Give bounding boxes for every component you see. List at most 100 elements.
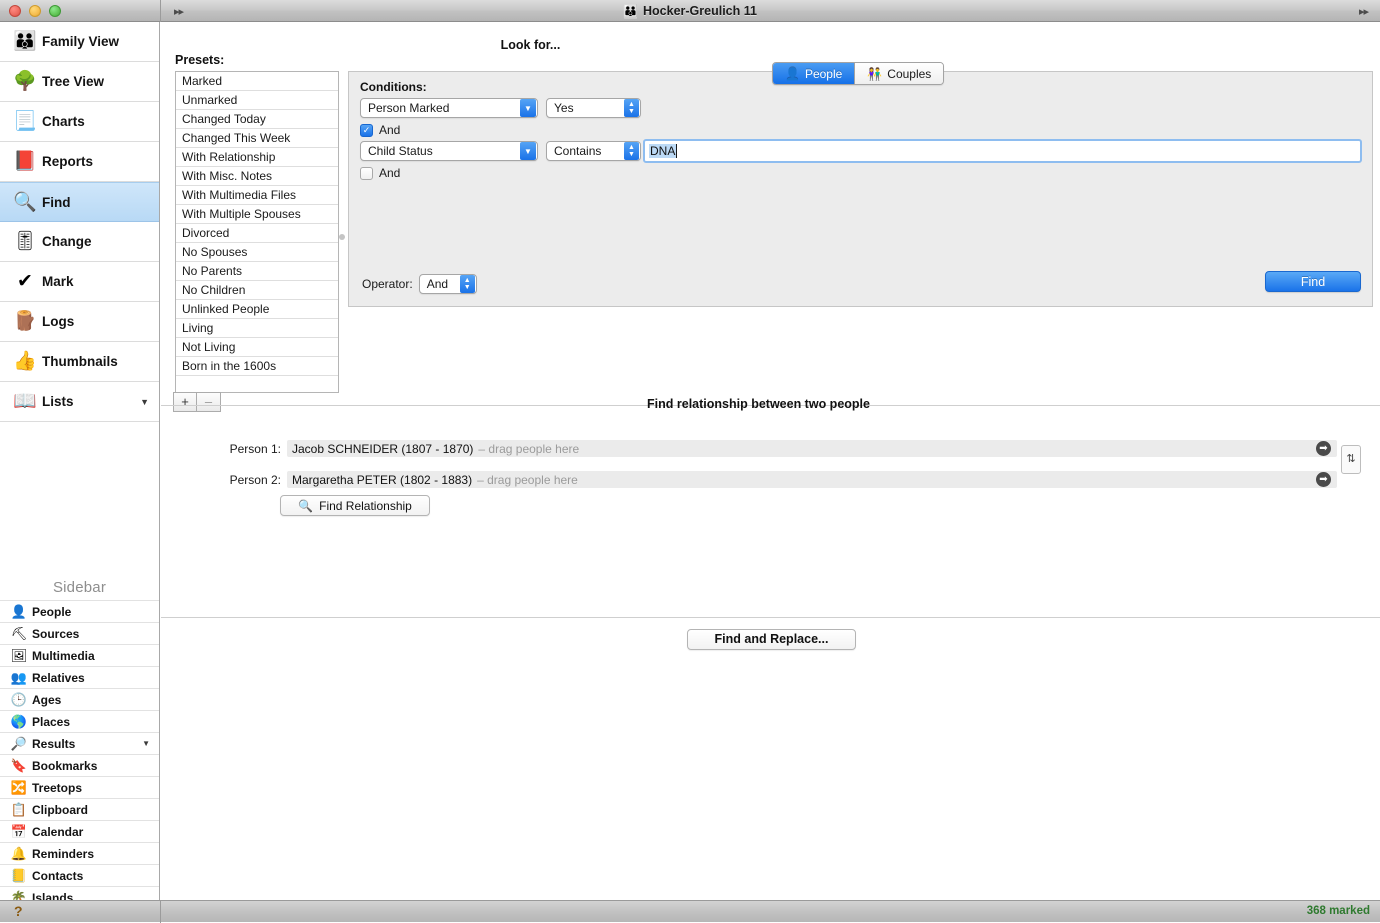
nav-item-change[interactable]: 🎚Change xyxy=(0,222,159,262)
find-relationship-button[interactable]: 🔍 Find Relationship xyxy=(280,495,430,516)
segment-people-label: People xyxy=(805,67,842,81)
sidebar-item-label: Ages xyxy=(32,693,61,707)
preset-item[interactable]: No Children xyxy=(176,281,338,300)
nav-item-lists[interactable]: 📖Lists▼ xyxy=(0,382,159,422)
look-for-segmented-control[interactable]: 👤 People 👫 Couples xyxy=(772,62,944,85)
sidebar-spacer xyxy=(0,422,159,577)
sidebar-item-label: Calendar xyxy=(32,825,83,839)
preset-item[interactable]: Living xyxy=(176,319,338,338)
condition-2-and-row[interactable]: And xyxy=(360,166,400,180)
condition-2-value-input[interactable]: DNA xyxy=(643,139,1362,163)
nav-item-family-view[interactable]: 👪Family View xyxy=(0,22,159,62)
person-1-label: Person 1: xyxy=(223,442,281,456)
operator-row: Operator: And ▲▼ xyxy=(362,274,477,294)
segment-couples[interactable]: 👫 Couples xyxy=(854,63,943,84)
reports-icon: 📕 xyxy=(8,152,42,171)
find-icon: 🔍 xyxy=(8,193,42,212)
and-checkbox-1[interactable]: ✓ xyxy=(360,124,373,137)
sidebar-item-multimedia[interactable]: 🖼Multimedia xyxy=(0,644,159,666)
preset-item[interactable]: With Multimedia Files xyxy=(176,186,338,205)
condition-row-1: Person Marked ▼ Yes ▲▼ xyxy=(360,98,641,118)
find-and-replace-button[interactable]: Find and Replace... xyxy=(687,629,856,650)
preset-item[interactable]: Divorced xyxy=(176,224,338,243)
person-2-field[interactable]: Margaretha PETER (1802 - 1883) – drag pe… xyxy=(287,471,1337,488)
operator-select[interactable]: And ▲▼ xyxy=(419,274,477,294)
sidebar-item-sources[interactable]: ⛏Sources xyxy=(0,622,159,644)
preset-item[interactable]: Unlinked People xyxy=(176,300,338,319)
nav-item-reports[interactable]: 📕Reports xyxy=(0,142,159,182)
sidebar-item-treetops[interactable]: 🔀Treetops xyxy=(0,776,159,798)
conditions-panel: Conditions: Person Marked ▼ Yes ▲▼ ✓ And… xyxy=(348,71,1373,307)
sidebar-item-ages[interactable]: 🕒Ages xyxy=(0,688,159,710)
preset-item[interactable]: With Misc. Notes xyxy=(176,167,338,186)
sidebar-item-people[interactable]: 👤People xyxy=(0,600,159,622)
charts-icon: 📃 xyxy=(8,112,42,131)
sidebar-list: 👤People⛏Sources🖼Multimedia👥Relatives🕒Age… xyxy=(0,600,159,908)
condition-1-and-row[interactable]: ✓ And xyxy=(360,123,400,137)
person-1-go-icon[interactable]: ➡ xyxy=(1316,441,1331,456)
sidebar-item-clipboard[interactable]: 📋Clipboard xyxy=(0,798,159,820)
condition-2-field-value: Child Status xyxy=(361,144,440,158)
chevron-down-icon[interactable]: ▼ xyxy=(140,397,149,407)
operator-value: And xyxy=(420,277,455,291)
preset-item[interactable]: Changed Today xyxy=(176,110,338,129)
window-titlebar: ▸▸ 👪 Hocker-Greulich 11 ▸▸ xyxy=(0,0,1380,22)
find-relationship-label: Find Relationship xyxy=(319,499,412,513)
preset-item[interactable]: With Multiple Spouses xyxy=(176,205,338,224)
sidebar-item-label: Bookmarks xyxy=(32,759,97,773)
nav-item-thumbnails[interactable]: 👍Thumbnails xyxy=(0,342,159,382)
preset-item[interactable]: No Parents xyxy=(176,262,338,281)
and-checkbox-2[interactable] xyxy=(360,167,373,180)
preset-item[interactable]: Marked xyxy=(176,72,338,91)
nav-item-mark[interactable]: ✔Mark xyxy=(0,262,159,302)
presets-resize-handle[interactable] xyxy=(339,234,345,240)
condition-1-field-value: Person Marked xyxy=(361,101,456,115)
operator-label: Operator: xyxy=(362,277,413,291)
nav-item-logs[interactable]: 🪵Logs xyxy=(0,302,159,342)
reminders-icon: 🔔 xyxy=(6,846,32,862)
preset-item[interactable]: Changed This Week xyxy=(176,129,338,148)
panel-expand-icon[interactable]: ▸▸ xyxy=(1359,0,1368,22)
person-2-go-icon[interactable]: ➡ xyxy=(1316,472,1331,487)
and-label-1: And xyxy=(379,123,400,137)
sidebar-item-calendar[interactable]: 📅Calendar xyxy=(0,820,159,842)
find-button[interactable]: Find xyxy=(1265,271,1361,292)
preset-item[interactable]: Unmarked xyxy=(176,91,338,110)
preset-item[interactable]: Not Living xyxy=(176,338,338,357)
sidebar-item-bookmarks[interactable]: 🔖Bookmarks xyxy=(0,754,159,776)
person-1-field[interactable]: Jacob SCHNEIDER (1807 - 1870) – drag peo… xyxy=(287,440,1337,457)
segment-people[interactable]: 👤 People xyxy=(773,63,854,84)
chevron-down-icon[interactable]: ▼ xyxy=(142,739,150,748)
sidebar-item-label: Reminders xyxy=(32,847,94,861)
person-icon: 👤 xyxy=(785,67,800,81)
nav-item-tree-view[interactable]: 🌳Tree View xyxy=(0,62,159,102)
nav-item-label: Logs xyxy=(42,314,74,329)
sidebar-item-places[interactable]: 🌎Places xyxy=(0,710,159,732)
condition-1-field-select[interactable]: Person Marked ▼ xyxy=(360,98,538,118)
nav-item-find[interactable]: 🔍Find xyxy=(0,182,159,222)
window-title-text: Hocker-Greulich 11 xyxy=(643,4,757,18)
look-for-label: Look for... xyxy=(161,38,1380,52)
condition-2-operator-select[interactable]: Contains ▲▼ xyxy=(546,141,641,161)
nav-item-label: Charts xyxy=(42,114,85,129)
person-1-name: Jacob SCHNEIDER (1807 - 1870) xyxy=(292,442,473,456)
condition-2-operator-value: Contains xyxy=(547,144,608,158)
status-badge: 368 marked xyxy=(1307,905,1370,917)
swap-people-button[interactable]: ⇅ xyxy=(1341,445,1361,474)
condition-1-operator-select[interactable]: Yes ▲▼ xyxy=(546,98,641,118)
person-2-label: Person 2: xyxy=(223,473,281,487)
preset-item[interactable]: Born in the 1600s xyxy=(176,357,338,376)
condition-2-field-select[interactable]: Child Status ▼ xyxy=(360,141,538,161)
sidebar-item-contacts[interactable]: 📒Contacts xyxy=(0,864,159,886)
help-button[interactable]: ? xyxy=(14,903,23,919)
sidebar-item-reminders[interactable]: 🔔Reminders xyxy=(0,842,159,864)
nav-item-label: Reports xyxy=(42,154,93,169)
nav-item-charts[interactable]: 📃Charts xyxy=(0,102,159,142)
sidebar-item-relatives[interactable]: 👥Relatives xyxy=(0,666,159,688)
presets-list[interactable]: MarkedUnmarkedChanged TodayChanged This … xyxy=(175,71,339,393)
preset-item[interactable]: With Relationship xyxy=(176,148,338,167)
relationship-section-title: Find relationship between two people xyxy=(161,397,1380,411)
preset-item[interactable]: No Spouses xyxy=(176,243,338,262)
sidebar-item-results[interactable]: 🔎Results▼ xyxy=(0,732,159,754)
person-1-hint: – drag people here xyxy=(478,442,579,456)
